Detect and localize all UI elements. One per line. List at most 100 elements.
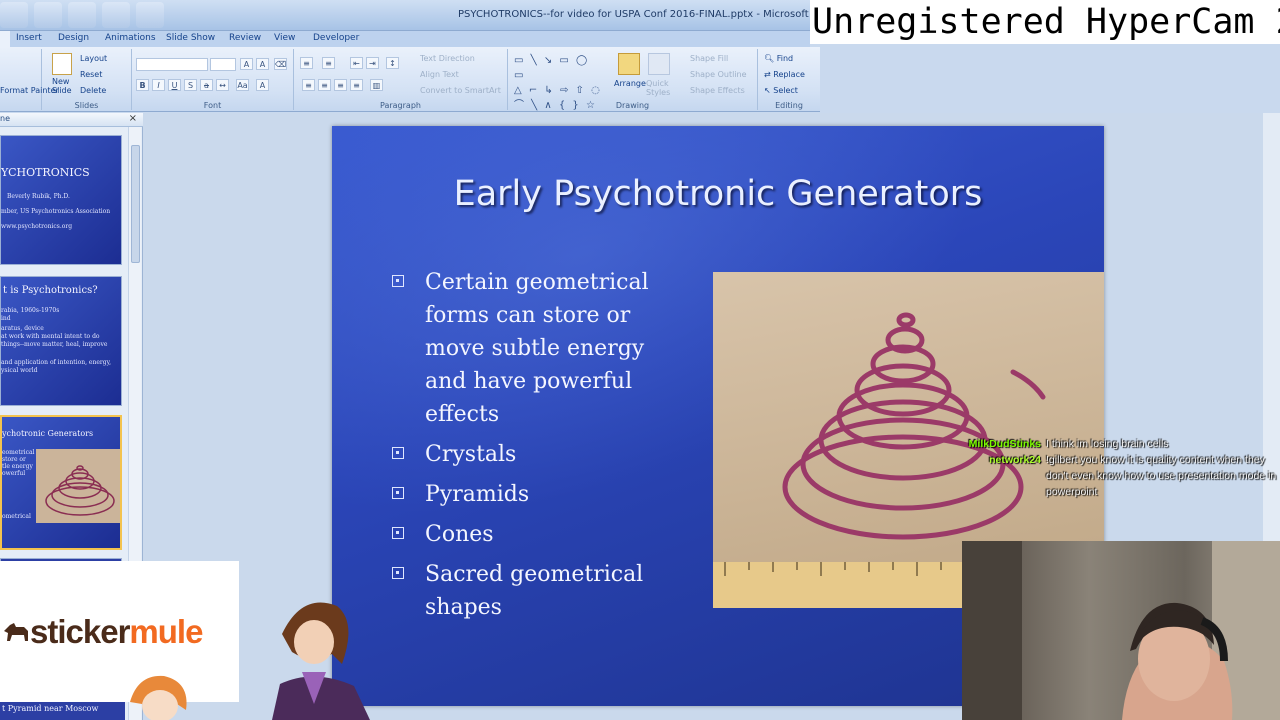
bullets-icon[interactable]: ≡ [300, 57, 313, 69]
clear-format-icon[interactable]: ⌫ [274, 58, 287, 70]
grow-font-icon[interactable]: A [240, 58, 253, 70]
text-direction-button[interactable]: Text Direction [420, 54, 475, 63]
chat-text: I think im losing brain cells [1046, 438, 1169, 450]
quick-styles-button[interactable]: Quick Styles [646, 79, 674, 97]
mule-icon [4, 623, 28, 641]
webcam-feed [962, 541, 1280, 720]
tab-design[interactable]: Design [58, 33, 89, 43]
paragraph-group: ≡ ≡ ⇤ ⇥ ↕ ≡ ≡ ≡ ≡ ▥ Text Direction Align… [294, 49, 508, 110]
convert-smartart-button[interactable]: Convert to SmartArt [420, 86, 501, 95]
ribbon-tabs: Insert Design Animations Slide Show Revi… [0, 31, 810, 47]
change-case-icon[interactable]: Aa [236, 79, 249, 91]
tab-animations[interactable]: Animations [105, 33, 156, 43]
strikethrough-icon[interactable]: a [200, 79, 213, 91]
thumb-line: aratus, device [1, 325, 44, 332]
chat-username: MilkDudStinks [968, 438, 1041, 450]
shrink-font-icon[interactable]: A [256, 58, 269, 70]
bullet-icon [392, 447, 404, 459]
thumb-line: eometrical [2, 449, 35, 456]
tab-home[interactable] [0, 31, 10, 47]
thumb-line: ysical world [1, 367, 38, 374]
thumb-line: ind [1, 315, 11, 322]
increase-indent-icon[interactable]: ⇥ [366, 57, 379, 69]
bullet-icon [392, 567, 404, 579]
new-slide-icon[interactable] [52, 53, 72, 75]
numbering-icon[interactable]: ≡ [322, 57, 335, 69]
sponsor-wordmark: stickermule [30, 613, 203, 650]
window-title: PSYCHOTRONICS--for video for USPA Conf 2… [458, 9, 867, 20]
office-button[interactable] [0, 2, 28, 28]
shape-outline-button[interactable]: Shape Outline [690, 70, 747, 79]
editing-group: 🔍︎ Find ⇄ Replace ↖ Select Editing [758, 49, 820, 110]
hypercam-watermark: Unregistered HyperCam 2 [810, 0, 1280, 44]
thumb-title: YCHOTRONICS [1, 166, 90, 179]
thumb-line: things--move matter, heal, improve [1, 341, 108, 348]
slide-title[interactable]: Early Psychotronic Generators [332, 174, 1104, 214]
bullet-icon [392, 527, 404, 539]
replace-icon: ⇄ [764, 70, 771, 79]
select-button[interactable]: ↖ Select [764, 86, 798, 95]
customize-icon[interactable] [136, 2, 164, 28]
shadow-icon[interactable]: S [184, 79, 197, 91]
align-text-button[interactable]: Align Text [420, 70, 459, 79]
font-group-label: Font [203, 101, 222, 110]
bold-icon[interactable]: B [136, 79, 149, 91]
shapes-gallery[interactable]: ▭ ╲ ↘ ▭ ◯ ▭ △ ⌐ ↳ ⇨ ⇧ ◌ ⌒ ╲ ∧ { } ☆ [514, 53, 604, 111]
scrollbar-thumb[interactable] [131, 145, 140, 263]
reset-button[interactable]: Reset [80, 70, 102, 79]
tab-slide-show[interactable]: Slide Show [166, 33, 215, 43]
align-center-icon[interactable]: ≡ [318, 79, 331, 91]
shape-effects-button[interactable]: Shape Effects [690, 86, 745, 95]
bullet-item: Cones [392, 518, 692, 551]
outline-tab[interactable]: ne [0, 114, 10, 123]
tab-view[interactable]: View [274, 33, 295, 43]
thumb-title: t is Psychotronics? [3, 285, 98, 296]
tab-review[interactable]: Review [229, 33, 261, 43]
font-name-combo[interactable] [136, 58, 208, 71]
layout-button[interactable]: Layout [80, 54, 107, 63]
save-icon[interactable] [34, 2, 62, 28]
editing-group-label: Editing [775, 101, 803, 110]
thumb-line: www.psychotronics.org [1, 223, 73, 230]
arrange-icon[interactable] [618, 53, 640, 75]
underline-icon[interactable]: U [168, 79, 181, 91]
delete-button[interactable]: Delete [80, 86, 106, 95]
char-spacing-icon[interactable]: ↔ [216, 79, 229, 91]
align-right-icon[interactable]: ≡ [334, 79, 347, 91]
italic-icon[interactable]: I [152, 79, 165, 91]
select-icon: ↖ [764, 86, 771, 95]
slide-thumbnail-5[interactable]: t Pyramid near Moscow [0, 702, 125, 720]
bullet-item: Sacred geometrical shapes [392, 558, 692, 624]
thumb-title: t Pyramid near Moscow [2, 704, 99, 713]
find-button[interactable]: 🔍︎ Find [764, 54, 793, 63]
undo-icon[interactable] [68, 2, 96, 28]
arrange-button[interactable]: Arrange [614, 79, 646, 88]
slide-thumbnail-3[interactable]: ychotronic Generators eometrical store o… [0, 415, 122, 550]
replace-button[interactable]: ⇄ Replace [764, 70, 805, 79]
shape-fill-button[interactable]: Shape Fill [690, 54, 728, 63]
font-color-icon[interactable]: A [256, 79, 269, 91]
paragraph-group-label: Paragraph [380, 101, 421, 110]
tab-insert[interactable]: Insert [16, 33, 42, 43]
find-icon: 🔍︎ [764, 54, 775, 63]
redo-icon[interactable] [102, 2, 130, 28]
slide-thumbnail-1[interactable]: YCHOTRONICS Beverly Rubik, Ph.D. mber, U… [0, 135, 122, 265]
chat-text: !gilbert you know it is quality content … [1046, 454, 1277, 498]
close-icon[interactable]: × [129, 113, 137, 124]
bullet-item: Pyramids [392, 478, 692, 511]
bullet-list[interactable]: Certain geometrical forms can store or m… [392, 266, 692, 631]
line-spacing-icon[interactable]: ↕ [386, 57, 399, 69]
justify-icon[interactable]: ≡ [350, 79, 363, 91]
columns-icon[interactable]: ▥ [370, 79, 383, 91]
bullet-icon [392, 487, 404, 499]
drawing-group-label: Drawing [615, 101, 650, 110]
quick-styles-icon[interactable] [648, 53, 670, 75]
font-size-combo[interactable] [210, 58, 236, 71]
sponsor-logo: stickermule [0, 561, 239, 702]
decrease-indent-icon[interactable]: ⇤ [350, 57, 363, 69]
new-slide-button[interactable]: New Slide [52, 77, 78, 95]
stream-chat: MilkDudStinks I think im losing brain ce… [968, 436, 1278, 500]
tab-developer[interactable]: Developer [313, 33, 359, 43]
align-left-icon[interactable]: ≡ [302, 79, 315, 91]
slide-thumbnail-2[interactable]: t is Psychotronics? rabia, 1960s-1970s i… [0, 276, 122, 406]
